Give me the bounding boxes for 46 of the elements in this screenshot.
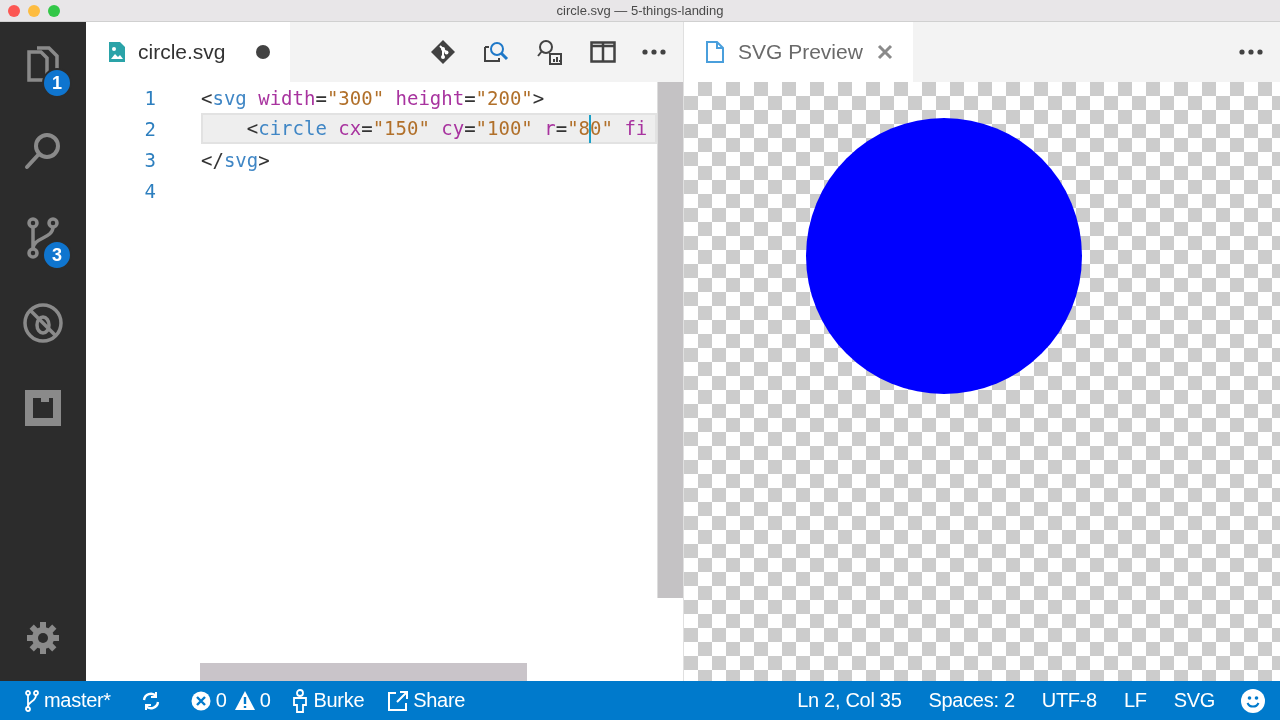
preview-search-icon[interactable] <box>482 39 510 65</box>
line-number: 1 <box>143 86 156 109</box>
status-item[interactable]: UTF-8 <box>1041 689 1097 712</box>
line-number: 2 <box>143 117 156 140</box>
code-line: </svg> <box>201 148 270 171</box>
status-item[interactable]: Ln 2, Col 35 <box>797 689 902 712</box>
split-editor-icon[interactable] <box>590 41 616 63</box>
line-number: 3 <box>143 148 156 171</box>
window-title: circle.svg — 5-things-landing <box>556 3 724 18</box>
settings-icon[interactable] <box>26 621 60 655</box>
close-icon[interactable] <box>876 44 893 60</box>
sync-icon[interactable] <box>140 690 161 711</box>
status-item[interactable]: LF <box>1123 689 1147 712</box>
error-icon <box>190 690 211 711</box>
close-window-button[interactable] <box>8 4 20 17</box>
file-icon <box>706 41 724 63</box>
activity-bar-item[interactable]: 1 <box>0 44 86 130</box>
preview-tab[interactable]: SVG Preview <box>684 22 913 82</box>
horizontal-scrollbar[interactable] <box>200 663 527 681</box>
status-item[interactable]: master* <box>25 689 111 712</box>
person-icon <box>292 688 309 713</box>
git-icon[interactable] <box>430 39 456 65</box>
smiley-icon[interactable] <box>1241 688 1265 713</box>
more-actions-icon[interactable] <box>642 49 666 55</box>
code-line: <circle cx="150" cy="100" r="80" fi <box>201 114 648 143</box>
status-item[interactable]: Burke <box>292 688 365 713</box>
warning-icon <box>234 691 255 710</box>
extensions-icon <box>23 388 63 428</box>
status-item[interactable]: Spaces: 2 <box>928 689 1015 712</box>
count-badge: 3 <box>42 240 72 270</box>
status-item[interactable]: 0 <box>234 689 271 712</box>
share-icon <box>388 690 409 711</box>
line-number: 4 <box>143 179 156 202</box>
status-item[interactable]: Share <box>388 689 466 712</box>
count-badge: 1 <box>42 68 72 98</box>
chart-search-icon[interactable] <box>536 38 564 66</box>
status-item[interactable]: 0 <box>190 689 227 712</box>
editor-tab[interactable]: circle.svg <box>86 22 290 82</box>
more-actions-icon[interactable] <box>1239 49 1263 55</box>
code-line: <svg width="300" height="200"> <box>201 86 545 109</box>
activity-bar-item[interactable]: 3 <box>0 216 86 302</box>
status-item[interactable]: SVG <box>1173 689 1215 712</box>
no-bug-icon <box>22 302 64 344</box>
vertical-scrollbar[interactable] <box>657 82 683 598</box>
image-file-icon <box>108 41 126 63</box>
branch-icon <box>25 689 39 712</box>
